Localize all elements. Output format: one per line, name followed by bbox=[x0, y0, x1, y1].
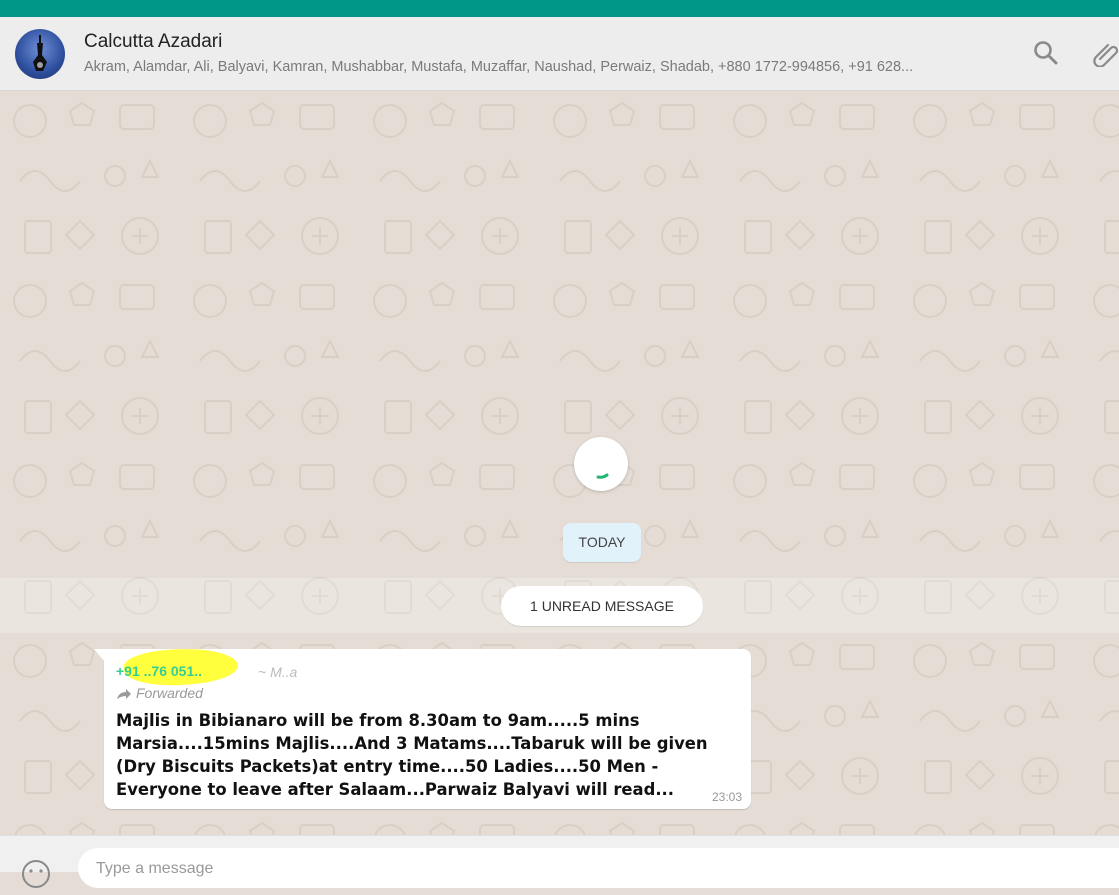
forward-arrow-icon bbox=[117, 689, 131, 700]
bubble-tail bbox=[94, 649, 106, 663]
unread-messages-banner: 1 UNREAD MESSAGE bbox=[501, 586, 703, 626]
forwarded-text: Forwarded bbox=[136, 685, 203, 701]
emoji-icon[interactable] bbox=[20, 858, 52, 895]
message-bubble[interactable]: +91 ..76 051.. ~ M..a Forwarded Majlis i… bbox=[94, 645, 751, 809]
chat-header[interactable]: Calcutta Azadari Akram, Alamdar, Ali, Ba… bbox=[0, 17, 1119, 91]
date-divider: TODAY bbox=[563, 523, 641, 562]
conversation-panel[interactable]: TODAY 1 UNREAD MESSAGE +91 ..76 051.. ~ … bbox=[0, 91, 1119, 835]
message-input[interactable] bbox=[94, 848, 998, 890]
message-input-box[interactable] bbox=[78, 848, 1119, 890]
sender-push-name: ~ M..a bbox=[258, 664, 298, 680]
message-text: Majlis in Bibianaro will be from 8.30am … bbox=[116, 711, 708, 799]
message-sender[interactable]: +91 ..76 051.. bbox=[116, 663, 202, 679]
attach-icon[interactable] bbox=[1092, 39, 1119, 68]
top-accent-bar bbox=[0, 0, 1119, 17]
message-time: 23:03 bbox=[711, 790, 742, 804]
group-avatar[interactable] bbox=[15, 29, 65, 79]
forwarded-label: Forwarded bbox=[116, 685, 203, 701]
search-icon[interactable] bbox=[1032, 39, 1060, 67]
loading-spinner bbox=[574, 437, 628, 491]
composer-bar bbox=[0, 835, 1119, 890]
chat-members-list: Akram, Alamdar, Ali, Balyavi, Kamran, Mu… bbox=[84, 59, 914, 75]
chat-title[interactable]: Calcutta Azadari bbox=[84, 31, 222, 53]
